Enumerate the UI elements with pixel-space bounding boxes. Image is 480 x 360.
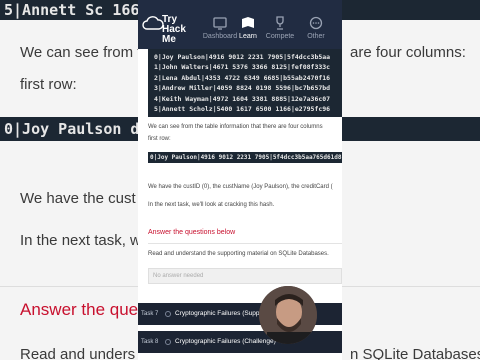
dashboard-icon — [213, 17, 227, 30]
learn-icon — [242, 17, 254, 28]
next-task-text: In the next task, we'll look at cracking… — [148, 202, 275, 208]
nav-other[interactable]: Other — [296, 16, 336, 40]
background-paragraph: n SQLite Databases — [350, 346, 480, 360]
background-paragraph: Read and unders — [20, 346, 136, 360]
background-paragraph: are four columns: — [350, 44, 466, 61]
background-paragraph: In the next task, w — [20, 232, 141, 249]
section-divider — [148, 243, 342, 244]
answer-input[interactable]: No answer needed — [148, 268, 342, 284]
presenter-webcam — [259, 286, 317, 344]
nav-label: Compete — [265, 33, 295, 40]
table-row: 2|Lena Abdul|4353 4722 6349 6685|b55ab24… — [154, 73, 331, 82]
task-status-icon — [165, 311, 171, 317]
top-navigation: Try Hack Me Dashboard Learn Compete Othe… — [138, 0, 342, 49]
nav-compete[interactable]: Compete — [260, 16, 300, 40]
task-number: Task 8 — [141, 339, 159, 345]
trophy-icon — [276, 16, 284, 30]
table-row: 4|Keith Wayman|4972 1604 3381 8885|12e7a… — [154, 94, 331, 103]
cloud-logo-icon — [142, 16, 164, 30]
customers-table-output: 0|Joy Paulson|4916 9012 2231 7905|5f4dcc… — [148, 49, 342, 117]
table-row: 3|Andrew Miller|4059 8824 0198 5596|bc7b… — [154, 84, 331, 93]
answer-section-heading: Answer the questions below — [148, 229, 236, 236]
nav-label: Other — [307, 33, 325, 40]
background-answer-heading: Answer the ques — [20, 300, 147, 319]
explanation-text: We have the custID (0), the custName (Jo… — [148, 184, 333, 190]
more-icon — [309, 16, 323, 30]
background-paragraph: first row: — [20, 76, 77, 93]
task-number: Task 7 — [141, 311, 159, 317]
task-status-icon — [165, 339, 171, 345]
table-row: 1|John Walters|4671 5376 3366 8125|fef08… — [154, 63, 331, 72]
presenter-avatar-icon — [259, 286, 317, 344]
task-8-row[interactable]: Task 8 Cryptographic Failures (Challenge… — [138, 331, 342, 353]
logo-wordmark: Try Hack Me — [162, 14, 186, 45]
first-row-code: 0|Joy Paulson|4916 9012 2231 7905|5f4dcc… — [148, 152, 342, 163]
background-paragraph: We can see from t — [20, 44, 142, 61]
task-title: Cryptographic Failures (Challenge) — [175, 338, 276, 345]
intro-text: We can see from the table information th… — [148, 124, 323, 130]
table-row: 0|Joy Paulson|4916 9012 2231 7905|5f4dcc… — [154, 53, 331, 61]
tryhackme-logo[interactable]: Try Hack Me — [142, 10, 194, 45]
question-text: Read and understand the supporting mater… — [148, 251, 329, 257]
table-row: 5|Annett Scholz|5400 1617 6500 1166|e279… — [154, 105, 331, 114]
intro-text: first row: — [148, 136, 171, 142]
